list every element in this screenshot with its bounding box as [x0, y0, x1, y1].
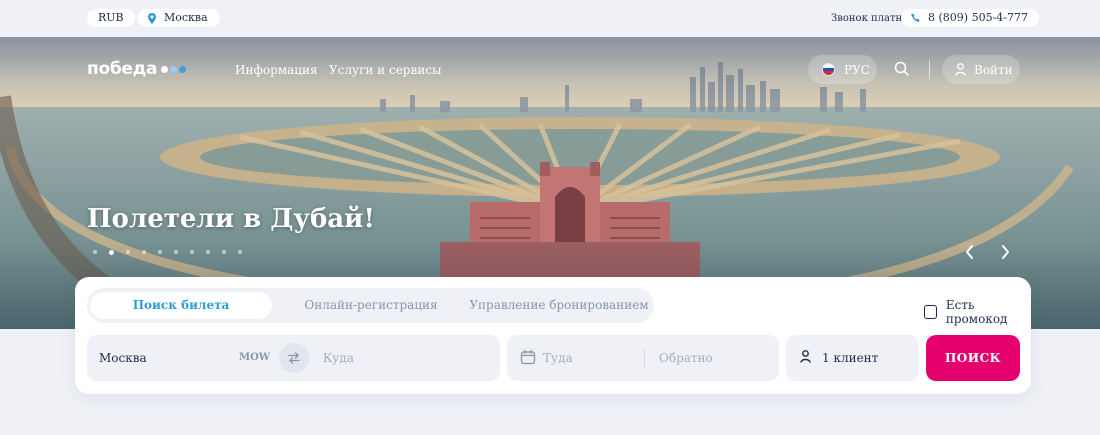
- origin-input[interactable]: Москва: [99, 351, 147, 365]
- map-pin-icon: [148, 12, 156, 24]
- nav-info[interactable]: Информация: [235, 63, 318, 77]
- logo-dots: [161, 65, 187, 73]
- tab-manage-booking[interactable]: Управление бронированием: [467, 292, 651, 319]
- currency-label: RUB: [98, 11, 124, 24]
- pobeda-logo[interactable]: победа: [87, 59, 187, 79]
- logo-text: победа: [87, 59, 158, 79]
- passengers-field[interactable]: 1 клиент: [786, 335, 919, 381]
- slide-dot[interactable]: [190, 250, 194, 254]
- search-button[interactable]: ПОИСК: [926, 335, 1020, 381]
- slide-dot[interactable]: [222, 250, 226, 254]
- origin-code: MOW: [239, 352, 271, 363]
- header-divider: [929, 60, 930, 79]
- hero-headline: Полетели в Дубай!: [87, 204, 375, 234]
- booking-tabs: Поиск билета Онлайн-регистрация Управлен…: [87, 288, 654, 323]
- phone-icon: [911, 13, 920, 22]
- slide-dot-active[interactable]: [109, 249, 114, 255]
- user-icon: [955, 63, 966, 76]
- city-label: Москва: [164, 11, 208, 24]
- swap-button[interactable]: [279, 343, 309, 373]
- slide-dot[interactable]: [174, 250, 178, 254]
- search-icon[interactable]: [894, 61, 910, 77]
- russia-flag-icon: [822, 63, 835, 76]
- slide-dot[interactable]: [158, 250, 162, 254]
- dates-field: Туда Обратно: [507, 335, 779, 381]
- calendar-icon: [520, 349, 536, 365]
- slide-dot[interactable]: [238, 250, 242, 254]
- logo-dot-2: [170, 65, 178, 73]
- logo-dot-3: [179, 65, 187, 73]
- phone-link[interactable]: 8 (809) 505-4-777: [901, 9, 1039, 27]
- destination-input[interactable]: Куда: [323, 351, 354, 365]
- slide-indicators: [93, 249, 242, 255]
- date-divider: [644, 349, 645, 368]
- route-field: Москва MOW Куда: [87, 335, 500, 381]
- login-button[interactable]: Войти: [942, 55, 1020, 84]
- logo-dot-1: [161, 65, 169, 73]
- login-label: Войти: [974, 62, 1013, 77]
- promo-code-toggle[interactable]: Есть промокод: [924, 298, 1031, 326]
- language-selector[interactable]: РУС: [808, 55, 877, 84]
- swap-icon: [288, 352, 300, 364]
- return-date-input[interactable]: Обратно: [659, 351, 713, 365]
- slide-dot[interactable]: [126, 250, 130, 254]
- slide-dot[interactable]: [142, 250, 146, 254]
- passenger-icon: [800, 350, 811, 363]
- chevron-left-icon[interactable]: [963, 243, 977, 261]
- booking-card: Поиск билета Онлайн-регистрация Управлен…: [75, 277, 1031, 394]
- city-selector[interactable]: Москва: [138, 9, 220, 27]
- checkbox-icon[interactable]: [924, 305, 937, 319]
- chevron-right-icon[interactable]: [998, 243, 1012, 261]
- passenger-count: 1 клиент: [822, 351, 879, 365]
- tab-online-checkin[interactable]: Онлайн-регистрация: [291, 292, 451, 319]
- currency-selector[interactable]: RUB: [87, 9, 135, 27]
- slide-dot[interactable]: [206, 250, 210, 254]
- promo-label: Есть промокод: [945, 298, 1008, 326]
- top-bar: RUB Москва Звонок платный 8 (809) 505-4-…: [0, 0, 1100, 37]
- nav-services[interactable]: Услуги и сервисы: [329, 63, 442, 77]
- language-label: РУС: [844, 62, 870, 77]
- tab-ticket-search[interactable]: Поиск билета: [90, 292, 272, 319]
- slide-dot[interactable]: [93, 250, 97, 254]
- departure-date-input[interactable]: Туда: [543, 351, 573, 365]
- phone-number: 8 (809) 505-4-777: [928, 11, 1028, 24]
